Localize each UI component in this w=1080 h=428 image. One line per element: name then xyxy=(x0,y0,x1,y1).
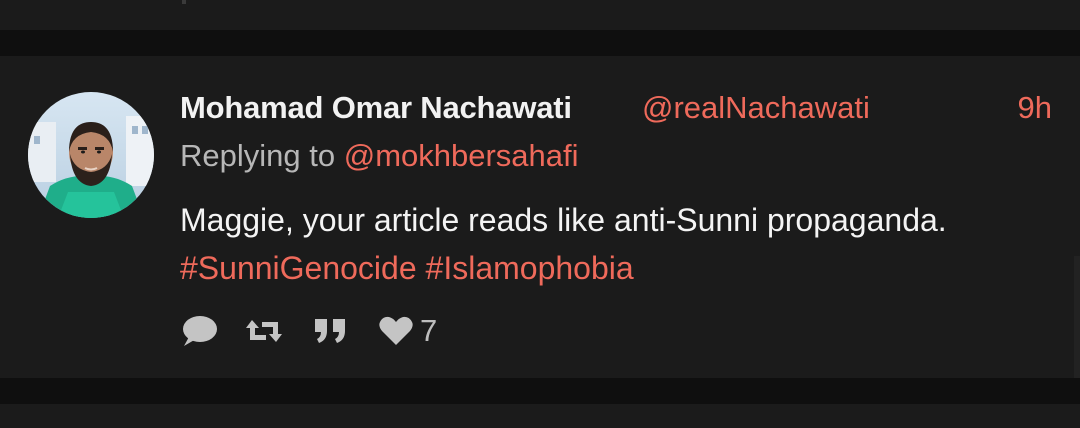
reply-prefix: Replying to xyxy=(180,138,336,173)
retweet-button[interactable] xyxy=(244,311,284,351)
tweet-timestamp[interactable]: 9h xyxy=(1018,90,1052,126)
retweet-icon xyxy=(244,314,284,348)
scrollbar[interactable] xyxy=(1074,256,1080,378)
next-tweet-remnant xyxy=(0,404,1080,428)
tweet-separator xyxy=(0,30,1080,56)
reply-context: Replying to @mokhbersahafi xyxy=(180,138,579,174)
like-button[interactable]: 7 xyxy=(378,311,437,351)
author-handle[interactable]: @realNachawati xyxy=(642,90,870,126)
reply-mention-link[interactable]: @mokhbersahafi xyxy=(344,138,579,173)
tweet-header: Mohamad Omar Nachawati @realNachawati 9h xyxy=(180,88,1052,128)
quote-icon xyxy=(312,315,350,347)
tweet-card[interactable]: Mohamad Omar Nachawati @realNachawati 9h… xyxy=(0,56,1080,378)
previous-tweet-remnant xyxy=(0,0,1080,30)
timeline: Mohamad Omar Nachawati @realNachawati 9h… xyxy=(0,0,1080,428)
tweet-text-line: Maggie, your article reads like anti-Sun… xyxy=(180,202,947,238)
previous-tweet-mark xyxy=(182,0,186,4)
hashtag-sunnigenocide[interactable]: #SunniGenocide xyxy=(180,250,417,286)
tweet-separator-bottom xyxy=(0,378,1080,404)
heart-icon xyxy=(378,315,414,347)
avatar[interactable] xyxy=(28,92,154,218)
quote-button[interactable] xyxy=(312,311,350,351)
avatar-image xyxy=(28,92,154,218)
tweet-text: Maggie, your article reads like anti-Sun… xyxy=(180,196,1060,292)
author-name[interactable]: Mohamad Omar Nachawati xyxy=(180,90,572,126)
like-count: 7 xyxy=(420,313,438,348)
hashtag-islamophobia[interactable]: #Islamophobia xyxy=(426,250,634,286)
reply-icon xyxy=(180,313,218,349)
hashtag-line: #SunniGenocide #Islamophobia xyxy=(180,244,1060,292)
reply-button[interactable] xyxy=(180,311,218,351)
